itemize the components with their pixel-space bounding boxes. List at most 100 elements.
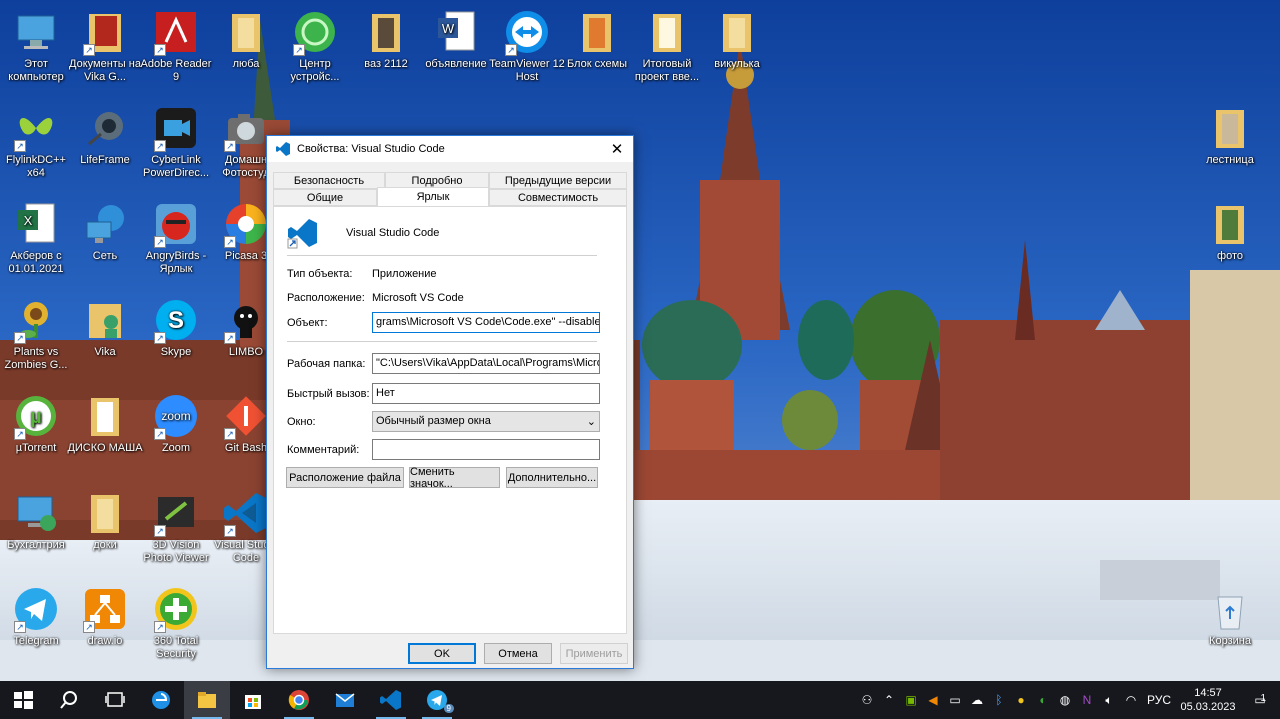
notification-center-button[interactable]: ▭ 1 [1240, 681, 1280, 719]
vscode-icon [380, 690, 401, 710]
tab-security[interactable]: Безопасность [273, 172, 385, 189]
sync-icon[interactable]: ◐ [1032, 681, 1054, 719]
taskbar-edge[interactable] [138, 681, 184, 719]
taskbar-explorer[interactable] [184, 681, 230, 719]
desktop-icon-final-project[interactable]: Итоговый проект вве... [628, 8, 706, 84]
explorer-icon [198, 692, 216, 708]
clock[interactable]: 14:57 05.03.2023 [1176, 686, 1240, 714]
desktop-icon-foto[interactable]: фото [1191, 200, 1269, 263]
desktop-icon-adobe-reader[interactable]: ↗ Adobe Reader 9 [137, 8, 215, 84]
desktop-icon-network[interactable]: Сеть [66, 200, 144, 263]
clock-date: 05.03.2023 [1180, 701, 1236, 713]
object-type-value: Приложение [372, 268, 437, 280]
taskbar-chrome[interactable] [276, 681, 322, 719]
picasa-icon: ↗ [222, 200, 270, 248]
desktop-icon-zoom[interactable]: zoom ↗ Zoom [137, 392, 215, 455]
desktop-icon-lifeframe[interactable]: LifeFrame [66, 104, 144, 167]
desktop-icon-teamviewer[interactable]: ↗ TeamViewer 12 Host [488, 8, 566, 84]
svg-text:S: S [168, 307, 184, 334]
change-icon-button[interactable]: Сменить значок... [409, 466, 500, 490]
360-tray-icon[interactable]: ● [1010, 681, 1032, 719]
desktop-icon-lyuba[interactable]: люба [207, 8, 285, 71]
cancel-button[interactable]: Отмена [484, 643, 552, 664]
folder-icon [222, 8, 270, 56]
desktop-icon-vikulka[interactable]: викулька [698, 8, 776, 71]
folder-icon [81, 489, 129, 537]
cloud-icon[interactable]: ☁ [966, 681, 988, 719]
onenote-icon[interactable]: N [1076, 681, 1098, 719]
desktop-icon-skype[interactable]: S ↗ Skype [137, 296, 215, 359]
language-indicator[interactable]: РУС [1142, 681, 1176, 719]
target-field[interactable]: grams\Microsoft VS Code\Code.exe" --disa… [372, 312, 600, 333]
tab-compatibility[interactable]: Совместимость [489, 189, 627, 206]
properties-dialog[interactable]: Свойства: Visual Studio Code ✕ Безопасно… [266, 135, 634, 669]
desktop-icon-angry-birds[interactable]: ↗ AngryBirds - Ярлык [137, 200, 215, 276]
telegram-icon: ↗ [12, 585, 60, 633]
desktop-icon-cyberlink[interactable]: ↗ CyberLink PowerDirec... [137, 104, 215, 180]
desktop-icon-flylinkdc[interactable]: ↗ FlylinkDC++ x64 [0, 104, 75, 180]
monitor-icon[interactable]: ▭ [944, 681, 966, 719]
nvidia-icon[interactable]: ▣ [900, 681, 922, 719]
ok-button[interactable]: OK [408, 643, 476, 664]
tab-strip: Безопасность Подробно Предыдущие версии … [273, 172, 627, 206]
dialog-titlebar[interactable]: Свойства: Visual Studio Code ✕ [267, 136, 633, 162]
apply-button[interactable]: Применить [560, 643, 628, 664]
store-icon [245, 695, 261, 709]
globe-icon[interactable]: ◍ [1054, 681, 1076, 719]
taskbar-vscode[interactable] [368, 681, 414, 719]
shortcut-arrow-icon: ↗ [154, 621, 166, 633]
utorrent-icon: µ ↗ [12, 392, 60, 440]
desktop-icon-drawio[interactable]: ↗ draw.io [66, 585, 144, 648]
desktop-icon-disko-masha[interactable]: ДИСКО МАША [66, 392, 144, 455]
shortcut-arrow-icon: ↗ [224, 332, 236, 344]
desktop-icon-plants-vs-zombies[interactable]: ↗ Plants vs Zombies G... [0, 296, 75, 372]
taskbar-telegram[interactable]: 9 [414, 681, 460, 719]
desktop-icon-this-pc[interactable]: Этот компьютер [0, 8, 75, 84]
desktop-icon-3d-vision[interactable]: ↗ 3D Vision Photo Viewer [137, 489, 215, 565]
advanced-button[interactable]: Дополнительно... [506, 467, 598, 488]
window-select[interactable]: Обычный размер окна ⌄ [372, 411, 600, 432]
tab-general[interactable]: Общие [273, 189, 377, 206]
vscode-icon: ↗ [222, 489, 270, 537]
tab-shortcut[interactable]: Ярлык [377, 187, 489, 206]
tab-previous-versions[interactable]: Предыдущие версии [489, 172, 627, 189]
shortcut-arrow-icon: ↗ [293, 44, 305, 56]
desktop-icon-device-center[interactable]: ↗ Центр устройс... [276, 8, 354, 84]
comment-field[interactable] [372, 439, 600, 460]
desktop-icon-documents-vika[interactable]: ↗ Документы на Vika G... [66, 8, 144, 84]
desktop-icon-accounting[interactable]: Бухгалтрия [0, 489, 75, 552]
chevron-up-icon[interactable]: ⌃ [878, 681, 900, 719]
desktop-icon-vika[interactable]: Vika [66, 296, 144, 359]
speaker-icon[interactable]: 🔈︎ [1098, 681, 1120, 719]
webcam-icon [81, 104, 129, 152]
search-button[interactable] [46, 681, 92, 719]
desktop-icon-telegram[interactable]: ↗ Telegram [0, 585, 75, 648]
desktop-icon-block-schemes[interactable]: Блок схемы [558, 8, 636, 71]
desktop-icon-lestnitsa[interactable]: лестница [1191, 104, 1269, 167]
desktop-icon-vaz-2112[interactable]: ваз 2112 [347, 8, 425, 71]
shortcut-arrow-icon: ↗ [224, 236, 236, 248]
hotkey-field[interactable]: Нет [372, 383, 600, 404]
desktop-icon-doki[interactable]: доки [66, 489, 144, 552]
open-file-location-button[interactable]: Расположение файла [286, 467, 404, 488]
desktop-icon-recycle-bin[interactable]: Корзина [1191, 585, 1269, 648]
desktop-icon-obyavlenie[interactable]: W объявление [417, 8, 495, 71]
start-button[interactable] [0, 681, 46, 719]
taskbar: 9 ⚇ ⌃ ▣ ◀ ▭ ☁ ᛒ ● ◐ ◍ N 🔈︎ ◠ РУС 14:57 0… [0, 681, 1280, 719]
desktop-icon-akberov[interactable]: X Акберов с 01.01.2021 [0, 200, 75, 276]
bluetooth-icon[interactable]: ᛒ [988, 681, 1010, 719]
desktop-icon-360-security[interactable]: ↗ 360 Total Security [137, 585, 215, 661]
desktop-icon-utorrent[interactable]: µ ↗ µTorrent [0, 392, 75, 455]
close-button[interactable]: ✕ [601, 136, 633, 162]
limbo-icon: ↗ [222, 296, 270, 344]
task-view-button[interactable] [92, 681, 138, 719]
taskbar-mail[interactable] [322, 681, 368, 719]
people-icon[interactable]: ⚇ [856, 681, 878, 719]
working-dir-field[interactable]: "C:\Users\Vika\AppData\Local\Programs\Mi… [372, 353, 600, 374]
taskbar-store[interactable] [230, 681, 276, 719]
vscode-icon [276, 142, 290, 156]
vscode-icon [287, 219, 317, 249]
volume-low-icon[interactable]: ◀ [922, 681, 944, 719]
wifi-icon[interactable]: ◠ [1120, 681, 1142, 719]
shortcut-arrow-icon: ↗ [154, 140, 166, 152]
